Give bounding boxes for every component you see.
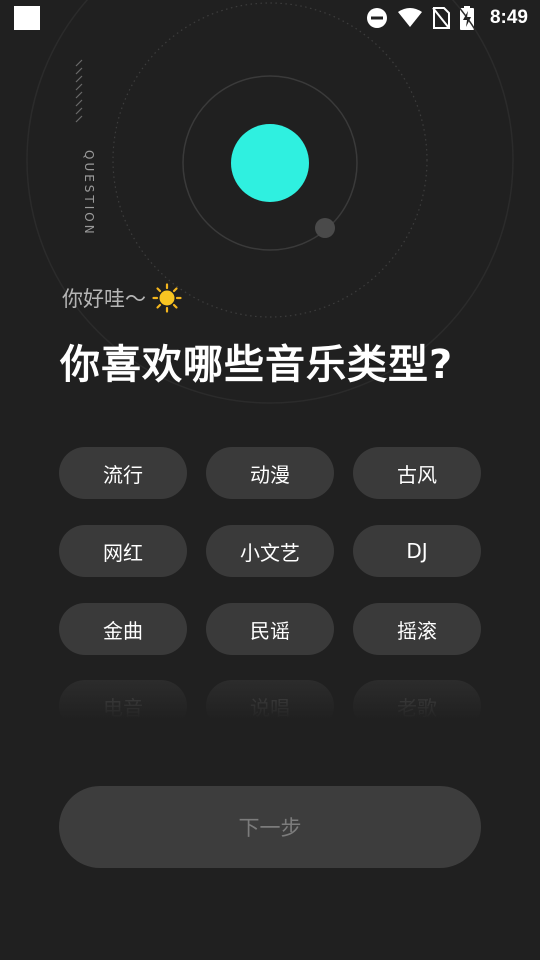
genre-chip[interactable]: 网红 — [59, 525, 187, 577]
greeting: 你好哇～ — [62, 283, 182, 313]
page-title: 你喜欢哪些音乐类型? — [60, 342, 454, 388]
scroll-fade — [50, 680, 490, 720]
next-step-button[interactable]: 下一步 — [59, 786, 481, 868]
question-side-label: QUESTION — [82, 150, 96, 237]
genre-chip[interactable]: DJ — [353, 525, 481, 577]
greeting-text: 你好哇～ — [62, 287, 146, 311]
genre-chip-grid: 流行 动漫 古风 网红 小文艺 DJ 金曲 民谣 摇滚 — [59, 447, 481, 655]
genre-chip[interactable]: 古风 — [353, 447, 481, 499]
genre-chip[interactable]: 小文艺 — [206, 525, 334, 577]
genre-chip[interactable]: 金曲 — [59, 603, 187, 655]
genre-chip[interactable]: 民谣 — [206, 603, 334, 655]
genre-chip[interactable]: 动漫 — [206, 447, 334, 499]
satellite-dot — [315, 218, 335, 238]
sun-icon — [152, 283, 182, 313]
genre-chip[interactable]: 摇滚 — [353, 603, 481, 655]
genre-chip[interactable]: 流行 — [59, 447, 187, 499]
hatch-decoration — [75, 59, 83, 123]
planet-circle — [231, 124, 309, 202]
